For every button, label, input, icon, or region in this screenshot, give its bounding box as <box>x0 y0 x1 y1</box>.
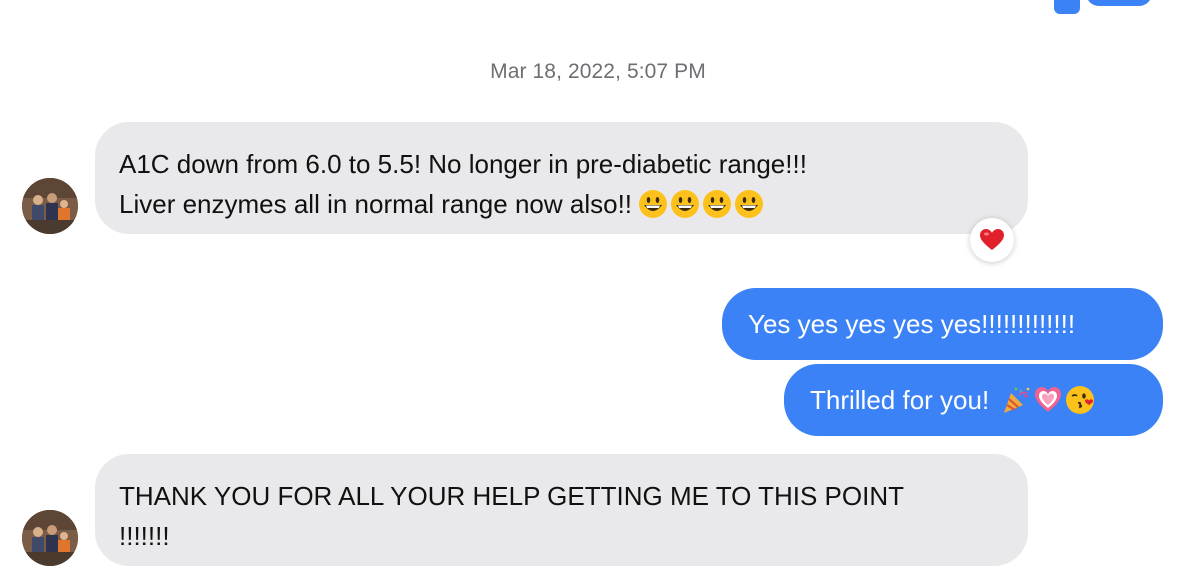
contact-avatar[interactable] <box>22 178 78 234</box>
outgoing-message-bubble[interactable]: Thrilled for you! <box>784 364 1163 436</box>
message-text-line: THANK YOU FOR ALL YOUR HELP GETTING ME T… <box>119 481 904 511</box>
message-text-line: Liver enzymes all in normal range now al… <box>119 184 1004 224</box>
previous-outgoing-bubble[interactable] <box>1086 0 1152 6</box>
grinning-face-emoji-icon <box>638 189 668 219</box>
previous-outgoing-bubble-fragment <box>1054 0 1080 14</box>
emoji-group <box>638 189 764 219</box>
emoji-group <box>1001 385 1095 415</box>
incoming-message-bubble[interactable]: A1C down from 6.0 to 5.5! No longer in p… <box>95 122 1028 234</box>
grinning-face-emoji-icon <box>734 189 764 219</box>
message-text-line: A1C down from 6.0 to 5.5! No longer in p… <box>119 149 807 179</box>
message-thread: Mar 18, 2022, 5:07 PM A1C down from 6.0 … <box>0 0 1186 582</box>
outgoing-message-bubble[interactable]: Yes yes yes yes yes!!!!!!!!!!!!! <box>722 288 1163 360</box>
contact-avatar[interactable] <box>22 510 78 566</box>
heart-icon <box>980 229 1004 250</box>
message-text: Yes yes yes yes yes!!!!!!!!!!!!! <box>748 309 1076 339</box>
grinning-face-emoji-icon <box>670 189 700 219</box>
incoming-message-bubble[interactable]: THANK YOU FOR ALL YOUR HELP GETTING ME T… <box>95 454 1028 566</box>
face-blowing-kiss-emoji-icon <box>1065 385 1095 415</box>
grinning-face-emoji-icon <box>702 189 732 219</box>
message-text-line: !!!!!!! <box>119 521 170 551</box>
sparkling-heart-emoji-icon <box>1033 385 1063 415</box>
heart-reaction-badge[interactable] <box>970 218 1014 262</box>
party-popper-emoji-icon <box>1001 385 1031 415</box>
message-timestamp: Mar 18, 2022, 5:07 PM <box>490 60 706 83</box>
message-text: Thrilled for you! <box>810 385 990 415</box>
